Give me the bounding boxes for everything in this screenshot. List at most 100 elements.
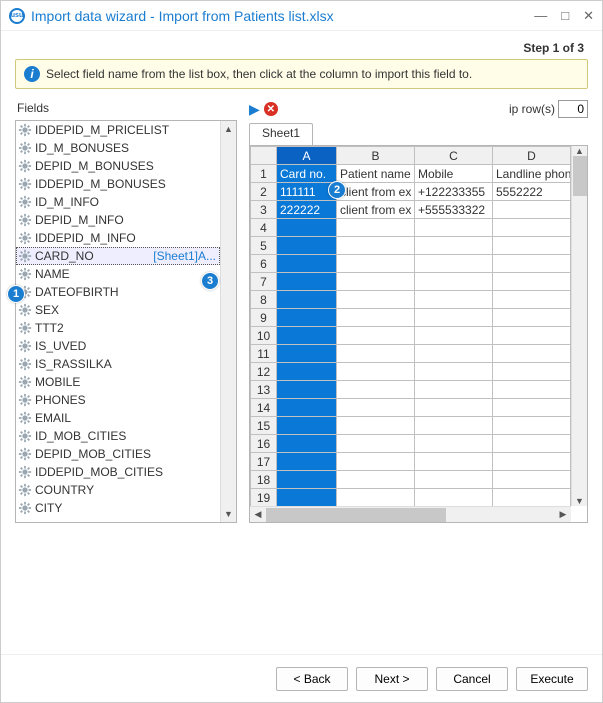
cell[interactable] — [415, 327, 493, 345]
cell[interactable] — [277, 237, 337, 255]
field-item[interactable]: DEPID_MOB_CITIES — [16, 445, 220, 463]
field-item[interactable]: CARD_NO[Sheet1]A... — [16, 247, 220, 265]
cell[interactable] — [277, 345, 337, 363]
cell[interactable] — [415, 273, 493, 291]
cell[interactable] — [337, 453, 415, 471]
cell[interactable]: Mobile — [415, 165, 493, 183]
cell[interactable] — [337, 363, 415, 381]
row-header[interactable]: 6 — [251, 255, 277, 273]
row-header[interactable]: 9 — [251, 309, 277, 327]
cell[interactable] — [493, 201, 571, 219]
corner-cell[interactable] — [251, 147, 277, 165]
row-header[interactable]: 19 — [251, 489, 277, 507]
row-header[interactable]: 16 — [251, 435, 277, 453]
cell[interactable] — [337, 435, 415, 453]
cell[interactable] — [415, 471, 493, 489]
field-item[interactable]: DEPID_M_BONUSES — [16, 157, 220, 175]
field-item[interactable]: IDDEPID_M_INFO — [16, 229, 220, 247]
cell[interactable] — [493, 489, 571, 507]
cell[interactable] — [337, 489, 415, 507]
field-item[interactable]: ID_MOB_CITIES — [16, 427, 220, 445]
cell[interactable] — [415, 237, 493, 255]
cell[interactable] — [493, 435, 571, 453]
cell[interactable] — [337, 273, 415, 291]
cell[interactable] — [277, 327, 337, 345]
cell[interactable] — [415, 363, 493, 381]
field-item[interactable]: IDDEPID_M_PRICELIST — [16, 121, 220, 139]
scrollbar-thumb[interactable] — [266, 508, 446, 522]
cell[interactable] — [337, 309, 415, 327]
cell[interactable]: +122233355 — [415, 183, 493, 201]
cell[interactable] — [493, 363, 571, 381]
cell[interactable] — [337, 219, 415, 237]
cancel-button[interactable]: Cancel — [436, 667, 508, 691]
cell[interactable] — [277, 255, 337, 273]
field-item[interactable]: CITY — [16, 499, 220, 517]
sheet-tab[interactable]: Sheet1 — [249, 123, 313, 145]
cell[interactable] — [415, 291, 493, 309]
cell[interactable] — [337, 471, 415, 489]
cell[interactable] — [493, 273, 571, 291]
cell[interactable]: Card no. — [277, 165, 337, 183]
row-header[interactable]: 15 — [251, 417, 277, 435]
field-item[interactable]: EMAIL — [16, 409, 220, 427]
grid-scrollbar-horizontal[interactable]: ◀ ▶ — [250, 506, 571, 522]
cell[interactable] — [493, 381, 571, 399]
row-header[interactable]: 17 — [251, 453, 277, 471]
field-item[interactable]: COUNTRY — [16, 481, 220, 499]
cell[interactable] — [493, 219, 571, 237]
cell[interactable] — [337, 381, 415, 399]
column-header[interactable]: D — [493, 147, 571, 165]
cell[interactable]: Patient name — [337, 165, 415, 183]
field-item[interactable]: NAME — [16, 265, 220, 283]
row-header[interactable]: 7 — [251, 273, 277, 291]
cell[interactable] — [415, 255, 493, 273]
scroll-up-icon[interactable]: ▲ — [221, 121, 236, 137]
spreadsheet-grid[interactable]: ABCD1Card no.Patient nameMobileLandline … — [249, 145, 588, 523]
cell[interactable] — [415, 435, 493, 453]
field-item[interactable]: DATEOFBIRTH — [16, 283, 220, 301]
column-header[interactable]: C — [415, 147, 493, 165]
row-header[interactable]: 18 — [251, 471, 277, 489]
row-header[interactable]: 5 — [251, 237, 277, 255]
column-header[interactable]: B — [337, 147, 415, 165]
cell[interactable]: +555533322 — [415, 201, 493, 219]
row-header[interactable]: 2 — [251, 183, 277, 201]
field-item[interactable]: IS_RASSILKA — [16, 355, 220, 373]
minimize-button[interactable]: — — [534, 8, 547, 24]
cell[interactable] — [493, 399, 571, 417]
cell[interactable] — [277, 453, 337, 471]
fields-scrollbar[interactable]: ▲ ▼ — [220, 121, 236, 522]
scrollbar-thumb[interactable] — [573, 156, 587, 196]
cell[interactable]: client from ex — [337, 183, 415, 201]
field-item[interactable]: SEX — [16, 301, 220, 319]
cell[interactable] — [415, 417, 493, 435]
field-item[interactable]: ID_M_BONUSES — [16, 139, 220, 157]
row-header[interactable]: 14 — [251, 399, 277, 417]
cell[interactable]: 5552222 — [493, 183, 571, 201]
cell[interactable] — [277, 291, 337, 309]
scroll-down-icon[interactable]: ▼ — [572, 496, 588, 506]
cell[interactable] — [493, 291, 571, 309]
grid-scrollbar-vertical[interactable]: ▲ ▼ — [571, 146, 587, 506]
row-header[interactable]: 13 — [251, 381, 277, 399]
cell[interactable] — [337, 327, 415, 345]
row-header[interactable]: 3 — [251, 201, 277, 219]
field-item[interactable]: IDDEPID_MOB_CITIES — [16, 463, 220, 481]
cell[interactable] — [415, 381, 493, 399]
cell[interactable] — [277, 363, 337, 381]
close-button[interactable]: ✕ — [583, 8, 594, 24]
cell[interactable] — [337, 255, 415, 273]
cell[interactable] — [415, 309, 493, 327]
field-item[interactable]: IS_UVED — [16, 337, 220, 355]
cell[interactable] — [493, 327, 571, 345]
cell[interactable] — [277, 489, 337, 507]
cell[interactable] — [415, 489, 493, 507]
row-header[interactable]: 12 — [251, 363, 277, 381]
row-header[interactable]: 8 — [251, 291, 277, 309]
cell[interactable]: 222222 — [277, 201, 337, 219]
cell[interactable] — [277, 381, 337, 399]
cell[interactable] — [493, 237, 571, 255]
row-header[interactable]: 1 — [251, 165, 277, 183]
scroll-up-icon[interactable]: ▲ — [572, 146, 588, 156]
